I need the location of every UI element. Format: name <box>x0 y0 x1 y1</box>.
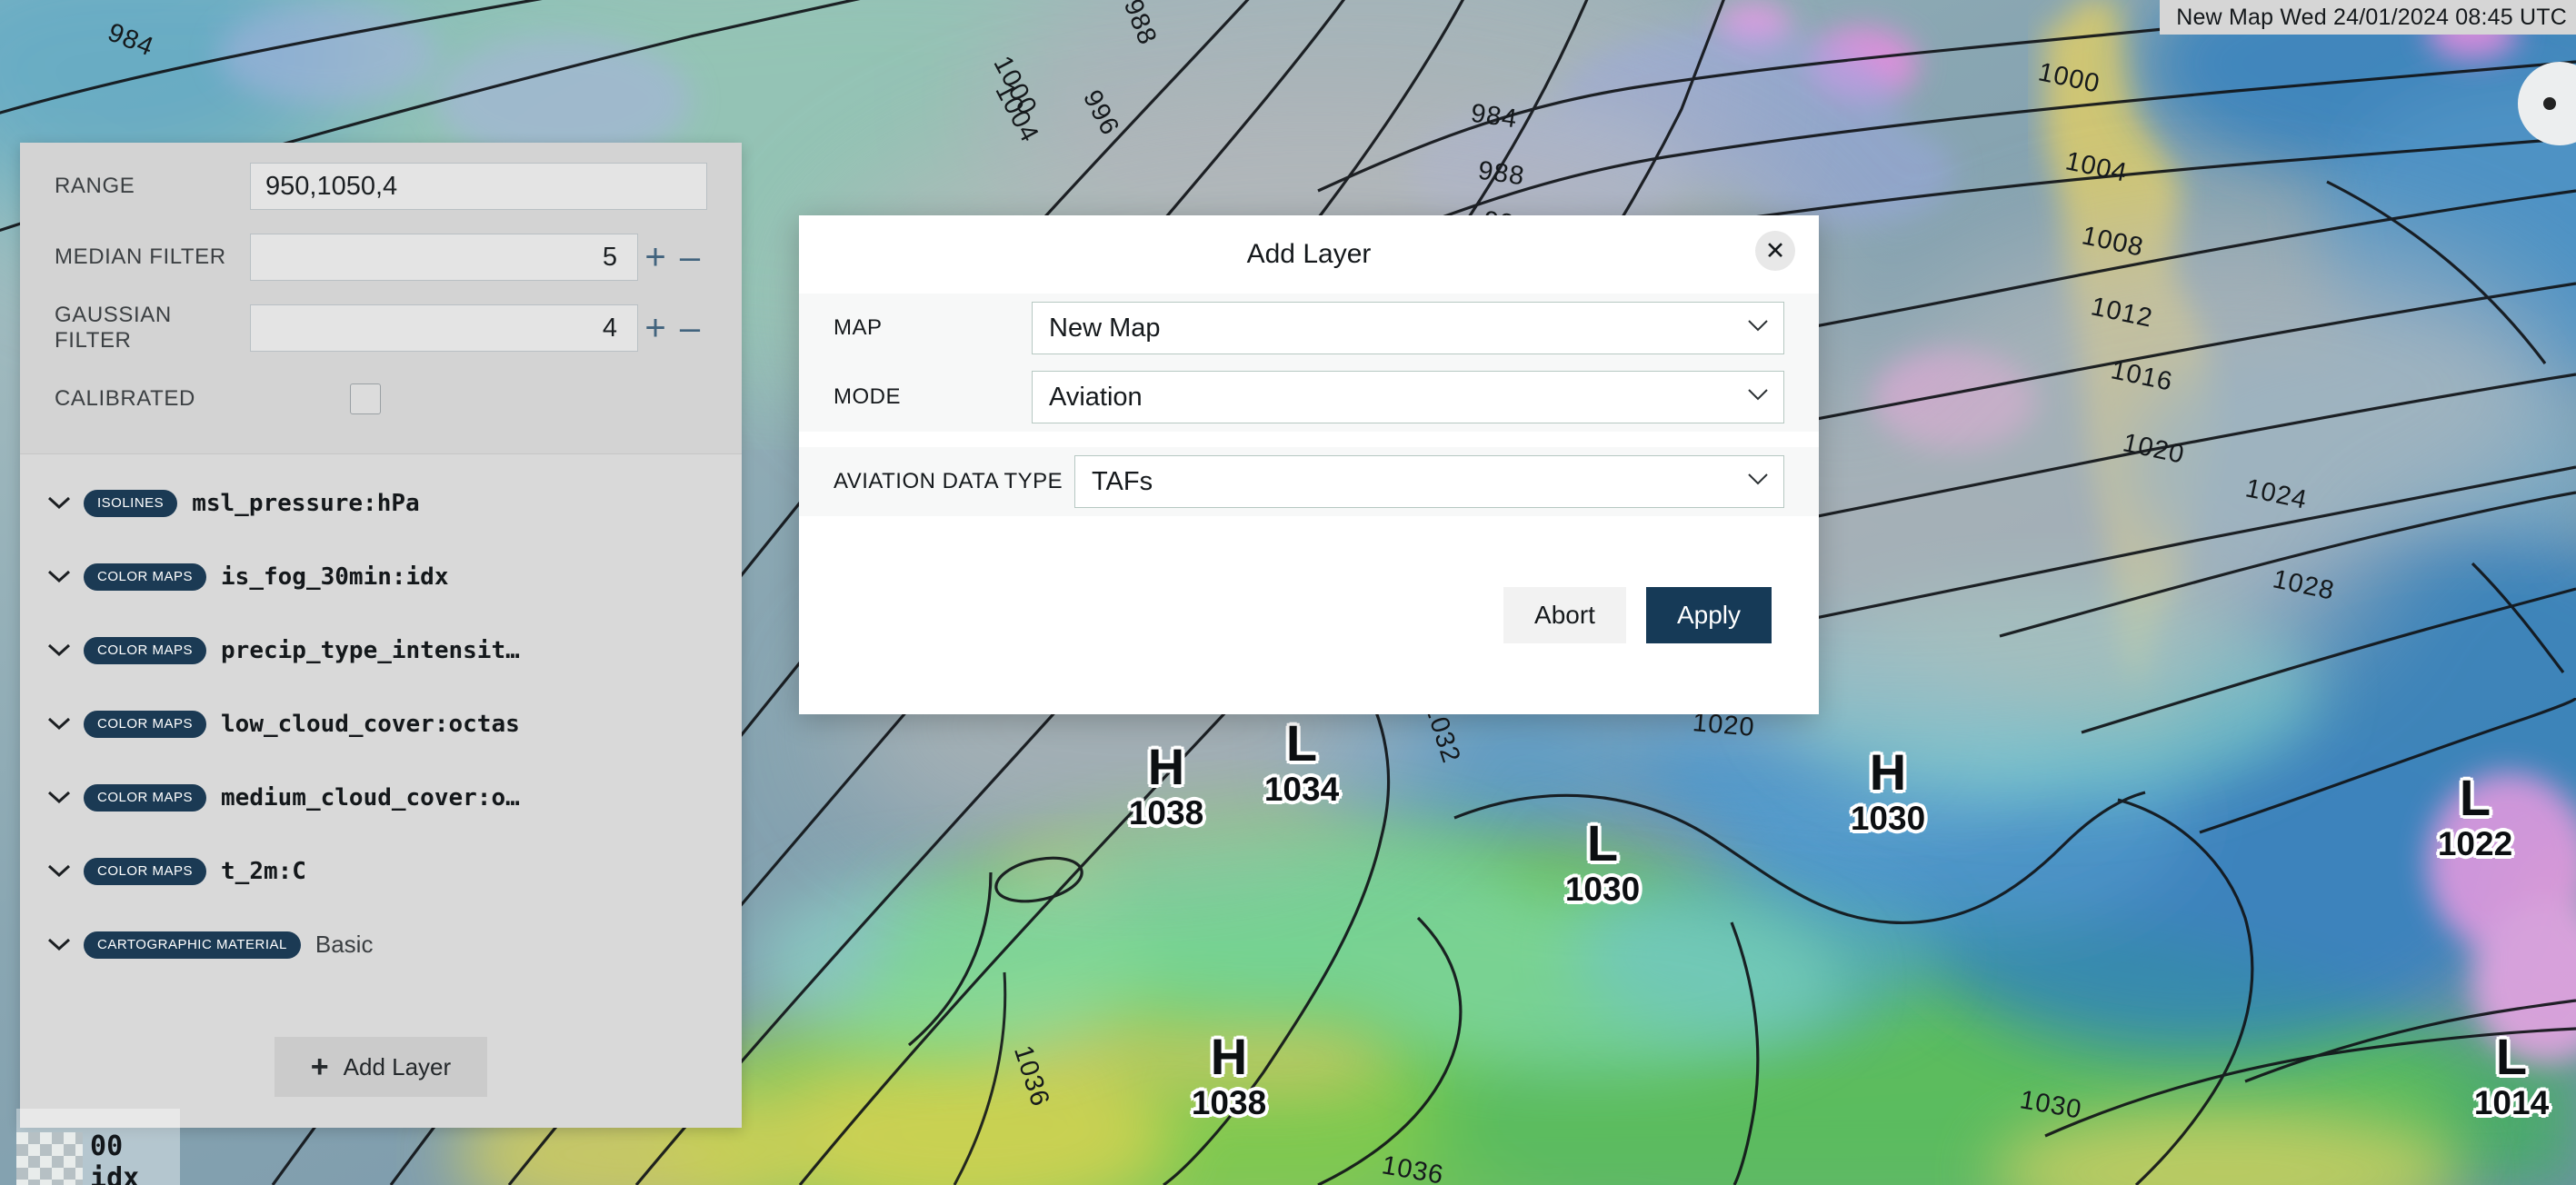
median-filter-setting-row: MEDIAN FILTER + – <box>20 234 742 281</box>
chevron-down-icon[interactable] <box>47 791 73 804</box>
modal-primary-fields-section: MAP New Map MODE Aviation <box>799 294 1819 432</box>
layer-name-label: msl_pressure:hPa <box>192 489 420 517</box>
chevron-down-icon[interactable] <box>47 938 73 951</box>
map-field-label: MAP <box>834 315 883 340</box>
layer-name-label: Basic <box>315 931 374 958</box>
modal-title: Add Layer <box>1246 239 1372 269</box>
corner-button-dot-icon <box>2543 97 2556 110</box>
mode-field-label: MODE <box>834 384 901 409</box>
modal-header: Add Layer ✕ <box>799 215 1819 294</box>
isoline-settings-section: RANGE MEDIAN FILTER + – GAUSSIAN FILTER … <box>20 143 742 454</box>
map-field-row: MAP New Map <box>799 294 1819 363</box>
range-input[interactable] <box>250 163 707 210</box>
layer-list-item[interactable]: CARTOGRAPHIC MATERIAL Basic <box>20 923 742 966</box>
calibrated-label: CALIBRATED <box>55 386 195 411</box>
layer-type-badge: ISOLINES <box>84 489 178 517</box>
map-select[interactable]: New Map <box>1032 302 1784 354</box>
layer-type-badge: COLOR MAPS <box>84 710 207 738</box>
chevron-down-icon[interactable] <box>47 864 73 878</box>
layer-list-item[interactable]: COLOR MAPS medium_cloud_cover:o… <box>20 776 742 819</box>
range-label: RANGE <box>55 174 135 198</box>
app-root: 9841000988996100498498899210001004100810… <box>0 0 2576 1185</box>
gaussian-filter-decrement-button[interactable]: – <box>673 310 707 346</box>
layer-name-label: low_cloud_cover:octas <box>221 710 520 738</box>
layer-name-label: precip_type_intensit… <box>221 636 520 664</box>
layer-name-label: t_2m:C <box>221 857 306 885</box>
calibrated-setting-row: CALIBRATED <box>20 375 742 423</box>
layer-settings-panel: RANGE MEDIAN FILTER + – GAUSSIAN FILTER … <box>20 143 742 1128</box>
layer-list-item[interactable]: ISOLINES msl_pressure:hPa <box>20 482 742 524</box>
layer-type-badge: CARTOGRAPHIC MATERIAL <box>84 931 301 959</box>
map-timestamp-text: New Map Wed 24/01/2024 08:45 UTC <box>2176 4 2567 30</box>
modal-footer: Abort Apply <box>799 516 1819 714</box>
mode-select[interactable]: Aviation <box>1032 371 1784 423</box>
range-setting-row: RANGE <box>20 163 742 210</box>
gaussian-filter-label: GAUSSIAN FILTER <box>55 303 172 353</box>
layer-list-item[interactable]: COLOR MAPS is_fog_30min:idx <box>20 555 742 598</box>
median-filter-decrement-button[interactable]: – <box>673 239 707 275</box>
abort-button[interactable]: Abort <box>1503 586 1626 644</box>
chevron-down-icon[interactable] <box>47 570 73 583</box>
layer-type-badge: COLOR MAPS <box>84 563 207 591</box>
chevron-down-icon[interactable] <box>47 643 73 657</box>
gaussian-filter-increment-button[interactable]: + <box>638 310 673 346</box>
layer-list-item[interactable]: COLOR MAPS precip_type_intensit… <box>20 629 742 672</box>
chevron-down-icon[interactable] <box>47 717 73 731</box>
median-filter-input[interactable] <box>250 234 638 281</box>
layer-name-label: is_fog_30min:idx <box>221 563 449 591</box>
apply-button[interactable]: Apply <box>1645 586 1772 644</box>
median-filter-label: MEDIAN FILTER <box>55 244 226 269</box>
layer-name-label: medium_cloud_cover:o… <box>221 783 520 812</box>
aviation-data-type-select[interactable]: TAFs <box>1074 455 1784 508</box>
chevron-down-icon[interactable] <box>47 496 73 510</box>
add-layer-modal: Add Layer ✕ MAP New Map MODE Aviation AV… <box>799 215 1819 714</box>
add-layer-button-label: Add Layer <box>343 1052 452 1080</box>
plus-icon: + <box>310 1050 329 1084</box>
gaussian-filter-setting-row: GAUSSIAN FILTER + – <box>20 303 742 353</box>
layer-list: ISOLINES msl_pressure:hPa COLOR MAPS is_fog… <box>20 454 742 1028</box>
layer-list-item[interactable]: COLOR MAPS low_cloud_cover:octas <box>20 702 742 745</box>
map-timestamp-bar: New Map Wed 24/01/2024 08:45 UTC <box>2160 0 2576 35</box>
modal-aviation-section: AVIATION DATA TYPE TAFs <box>799 447 1819 516</box>
add-layer-button[interactable]: + Add Layer <box>274 1037 488 1097</box>
layer-type-badge: COLOR MAPS <box>84 857 207 885</box>
legend-transparency-swatch <box>16 1132 84 1185</box>
modal-section-divider <box>799 432 1819 447</box>
aviation-data-type-label: AVIATION DATA TYPE <box>834 469 1063 493</box>
calibrated-checkbox[interactable] <box>350 383 381 414</box>
legend-value-label: 00 idx <box>90 1130 140 1185</box>
mode-select-wrap: Aviation <box>1032 371 1784 423</box>
map-select-wrap: New Map <box>1032 302 1784 354</box>
layer-type-badge: COLOR MAPS <box>84 636 207 664</box>
layer-list-item[interactable]: COLOR MAPS t_2m:C <box>20 850 742 892</box>
colormap-legend: 00 idx <box>16 1109 180 1185</box>
layer-type-badge: COLOR MAPS <box>84 783 207 812</box>
median-filter-increment-button[interactable]: + <box>638 239 673 275</box>
aviation-data-type-select-wrap: TAFs <box>1074 455 1784 508</box>
gaussian-filter-input[interactable] <box>250 304 638 352</box>
aviation-data-type-field-row: AVIATION DATA TYPE TAFs <box>799 447 1819 516</box>
mode-field-row: MODE Aviation <box>799 363 1819 432</box>
close-icon[interactable]: ✕ <box>1755 231 1795 271</box>
